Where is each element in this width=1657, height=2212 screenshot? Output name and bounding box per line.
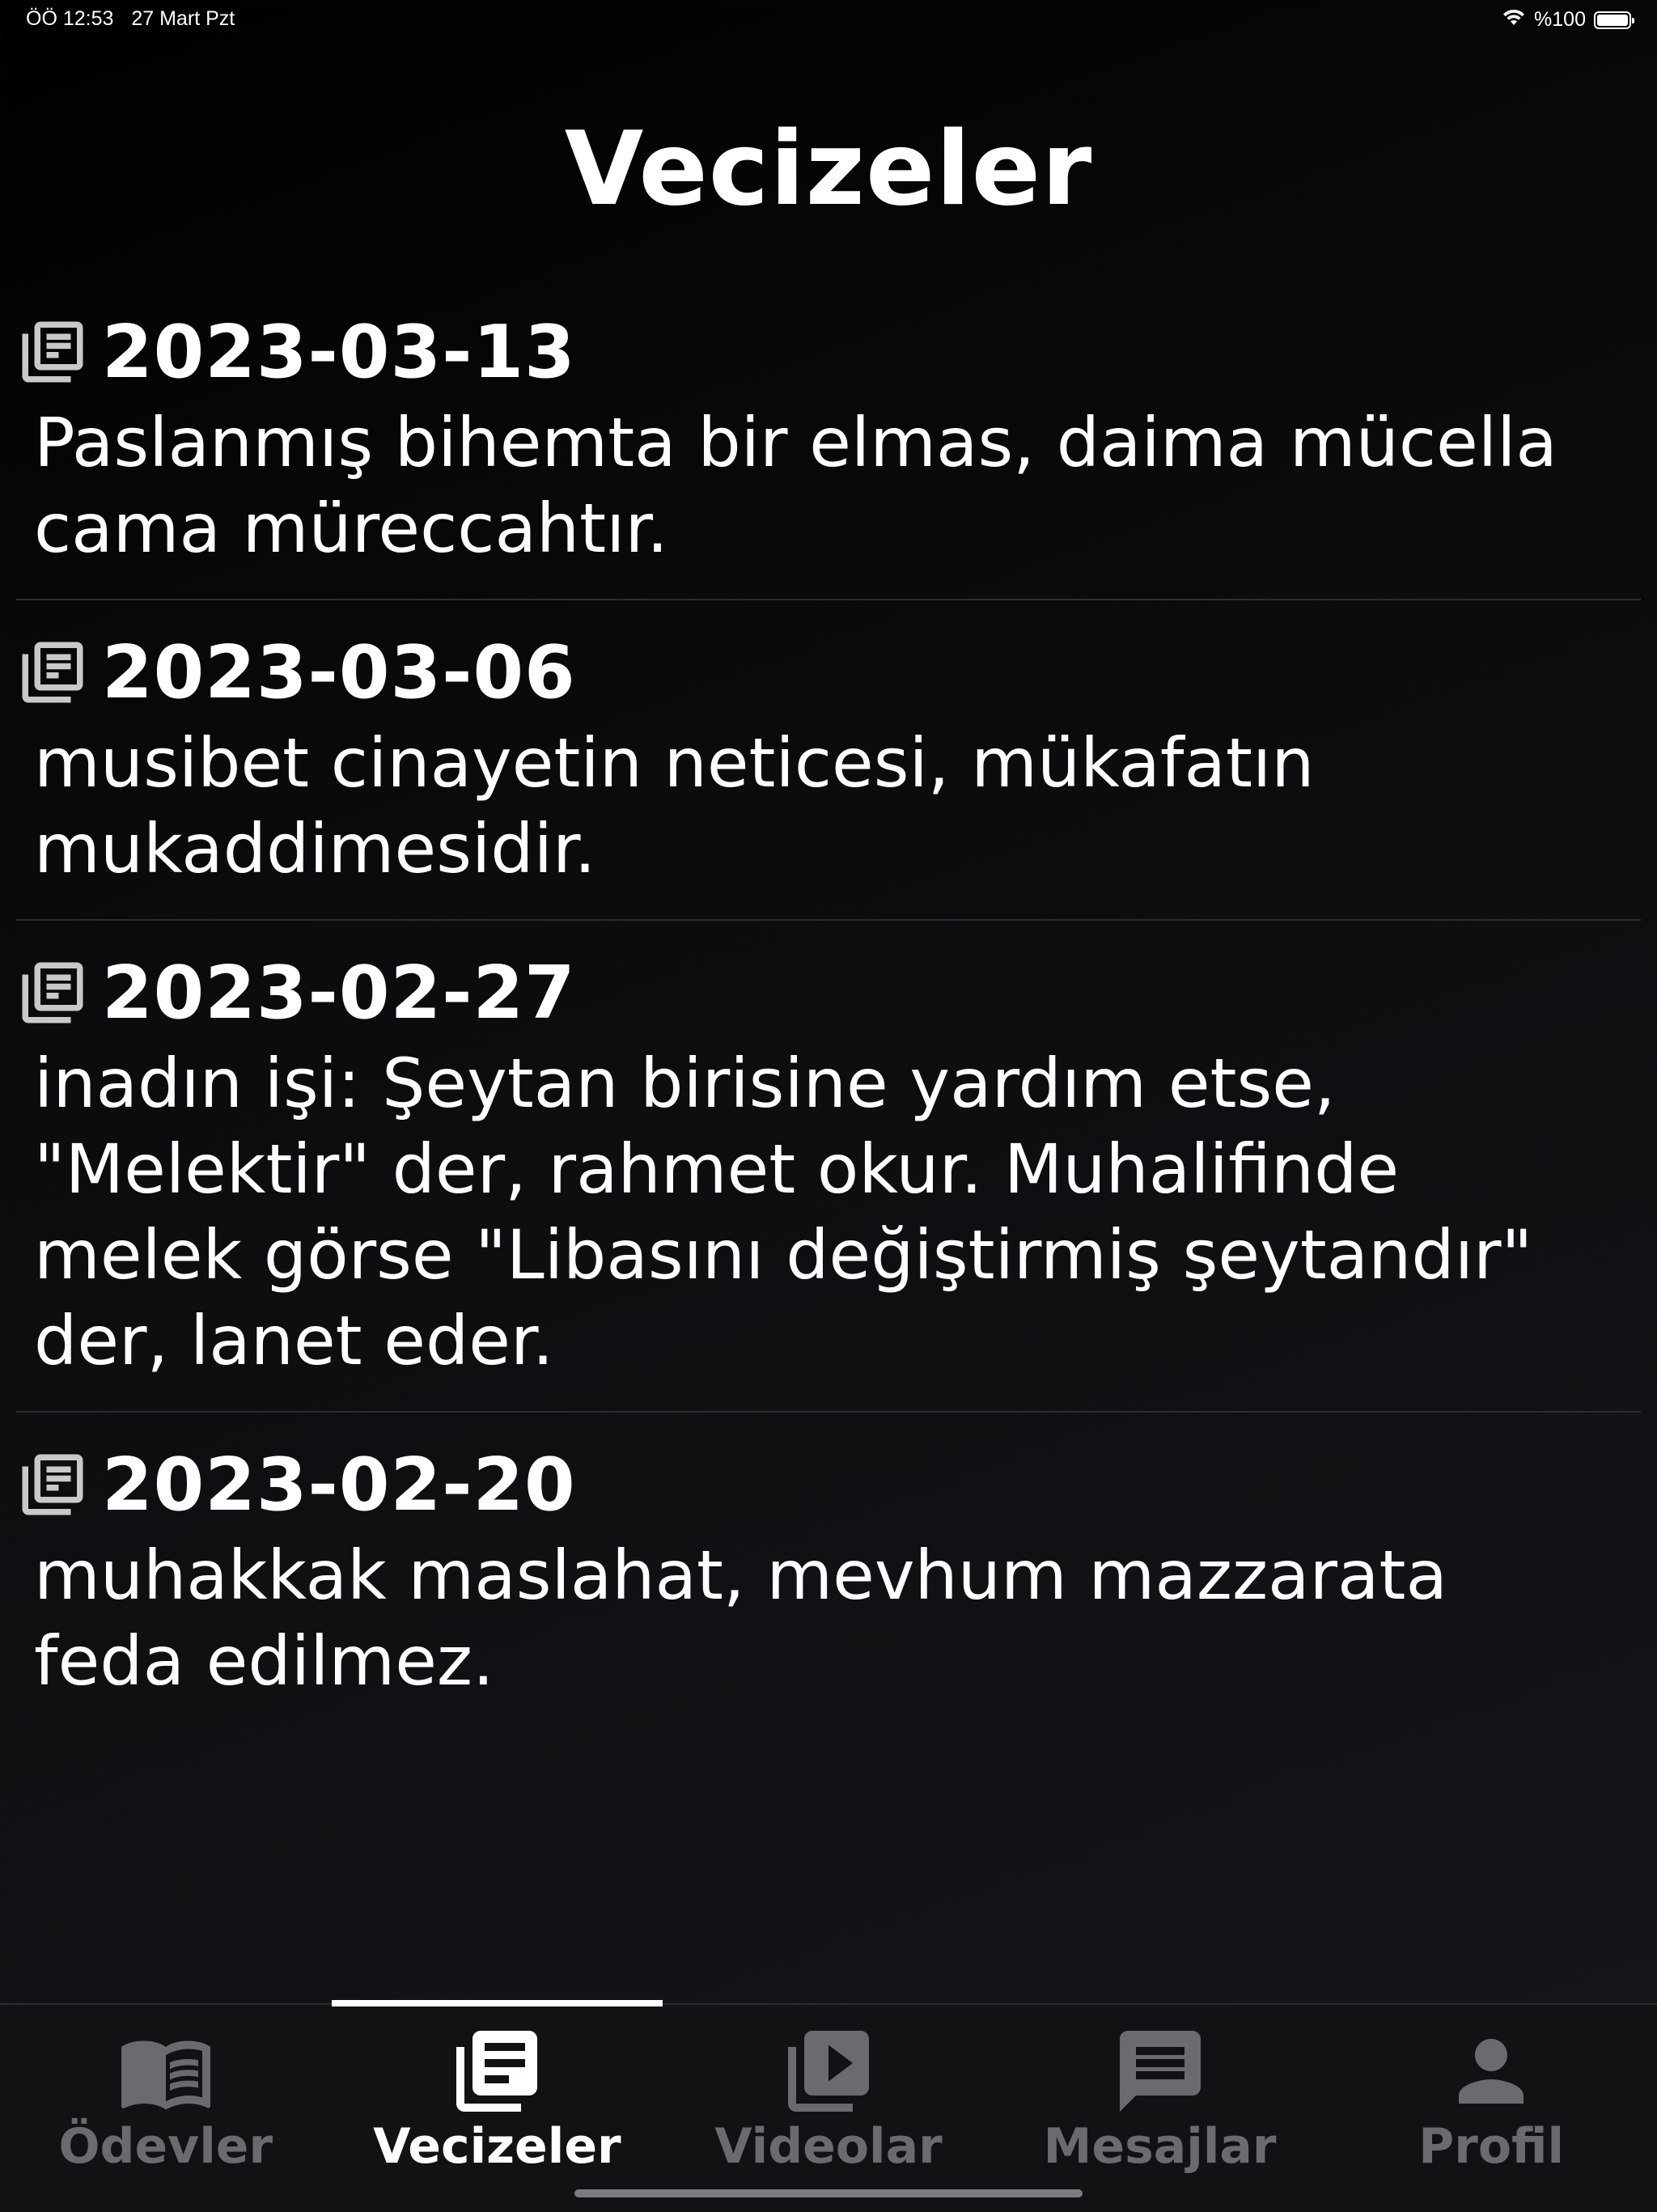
quote-date: 2023-02-27 [102, 950, 576, 1036]
quote-header: 2023-03-13 [16, 307, 1641, 396]
quote-list: 2023-03-13 Paslanmış bihemta bir elmas, … [16, 307, 1641, 1759]
quote-item[interactable]: 2023-02-20 muhakkak maslahat, mevhum maz… [16, 1440, 1641, 1731]
newspaper-icon [448, 2023, 545, 2120]
tab-ödevler[interactable]: Ödevler [0, 2005, 332, 2212]
quote-text: inadın işi: Şeytan birisine yardım etse,… [34, 1044, 1533, 1380]
newspaper-icon [16, 316, 89, 388]
quote-header: 2023-03-06 [16, 628, 1641, 717]
status-date: 27 Mart Pzt [131, 7, 235, 30]
quote-text: muhakkak maslahat, mevhum mazzarata feda… [34, 1536, 1447, 1701]
tab-label: Vecizeler [373, 2118, 621, 2175]
status-time: ÖÖ 12:53 [26, 7, 114, 30]
message-icon [1112, 2023, 1209, 2120]
tab-bar: Ödevler Vecizeler Videolar Mesajlar Profil [0, 2000, 1657, 2212]
quote-text: musibet cinayetin neticesi, mükafatın mu… [34, 723, 1315, 888]
quote-item[interactable]: 2023-03-13 Paslanmış bihemta bir elmas, … [16, 307, 1641, 600]
quote-text: Paslanmış bihemta bir elmas, daima mücel… [34, 403, 1557, 568]
battery-level [1597, 14, 1628, 26]
tab-label: Ödevler [58, 2118, 273, 2175]
quote-header: 2023-02-27 [16, 948, 1641, 1037]
quote-header: 2023-02-20 [16, 1440, 1641, 1529]
quote-date: 2023-03-06 [102, 629, 576, 715]
wifi-icon [1502, 7, 1526, 32]
battery-percent: %100 [1534, 8, 1586, 31]
tab-profil[interactable]: Profil [1325, 2005, 1657, 2212]
tab-label: Mesajlar [1043, 2118, 1277, 2175]
quote-date: 2023-03-13 [102, 309, 576, 395]
newspaper-icon [16, 636, 89, 709]
video-library-icon [780, 2023, 877, 2120]
tab-vecizeler[interactable]: Vecizeler [331, 2000, 663, 2212]
status-bar: ÖÖ 12:53 27 Mart Pzt %100 [0, 0, 1657, 39]
quote-item[interactable]: 2023-03-06 musibet cinayetin neticesi, m… [16, 628, 1641, 921]
battery-icon [1594, 11, 1634, 29]
quote-date: 2023-02-20 [102, 1442, 576, 1528]
person-icon [1443, 2023, 1540, 2120]
newspaper-icon [16, 1448, 89, 1521]
tab-label: Videolar [714, 2118, 943, 2175]
home-indicator[interactable] [574, 2189, 1083, 2197]
tab-videolar[interactable]: Videolar [663, 2005, 994, 2212]
tab-label: Profil [1418, 2118, 1565, 2175]
page-title: Vecizeler [564, 109, 1093, 228]
newspaper-icon [16, 956, 89, 1029]
tab-mesajlar[interactable]: Mesajlar [994, 2005, 1326, 2212]
quote-item[interactable]: 2023-02-27 inadın işi: Şeytan birisine y… [16, 948, 1641, 1413]
book-icon [117, 2023, 214, 2120]
